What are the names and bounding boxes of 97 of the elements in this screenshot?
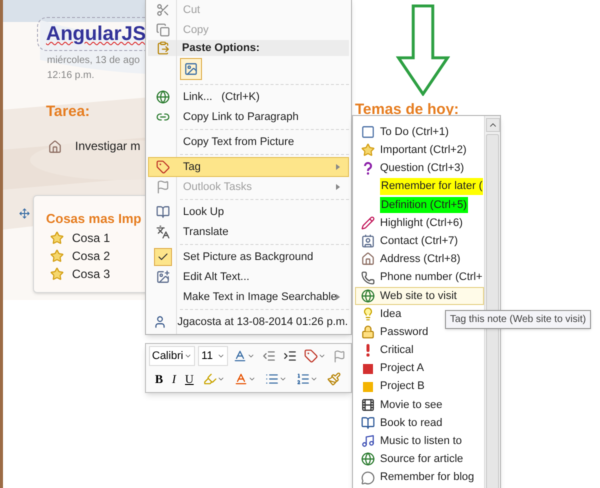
note-heading: Cosas mas Imp <box>46 210 142 228</box>
submenu-item[interactable]: Web site to visit <box>355 286 484 305</box>
scroll-up-button[interactable] <box>486 118 500 132</box>
page-time: 12:16 p.m. <box>47 69 94 83</box>
star-icon <box>361 143 375 158</box>
paste-picture-button[interactable] <box>180 58 202 80</box>
star-icon <box>50 249 64 263</box>
globe-icon <box>361 452 375 466</box>
list-item: Cosa 3 <box>72 266 110 283</box>
submenu-item[interactable]: Critical <box>355 341 484 360</box>
square-icon <box>363 364 373 374</box>
menu-item[interactable]: Make Text in Image Searchable <box>148 287 349 307</box>
globe-icon <box>361 288 375 303</box>
page-title: AngularJS <box>46 22 146 46</box>
paintbrush-icon <box>326 372 341 386</box>
submenu-item[interactable]: Remember for later ( <box>355 178 484 196</box>
task-text: Investigar m <box>75 138 140 155</box>
indent-icon <box>283 349 297 363</box>
clipboard-icon <box>156 41 170 55</box>
submenu-item[interactable]: Question (Ctrl+3) <box>355 159 484 178</box>
flag-icon <box>156 180 170 194</box>
italic-button[interactable]: I <box>170 370 178 388</box>
highlighted-label: Definition (Ctrl+5) <box>380 196 468 214</box>
book-icon <box>156 205 170 219</box>
down-arrow-icon <box>396 4 450 96</box>
menu-item[interactable]: Translate <box>148 222 349 242</box>
square-icon <box>363 382 373 392</box>
font-size-dropdown[interactable]: 11 <box>198 346 228 366</box>
outdent-icon <box>262 349 276 363</box>
font-name-dropdown[interactable]: Calibri <box>149 346 196 366</box>
house-icon <box>361 252 375 266</box>
menu-item[interactable]: Tag <box>148 157 349 177</box>
checkbox-icon <box>361 125 375 140</box>
submenu-item[interactable]: Book to read <box>355 414 484 432</box>
section-heading: Temas de hoy: <box>355 100 459 120</box>
translate-icon <box>156 225 170 239</box>
submenu-item[interactable]: Source for article <box>355 450 484 469</box>
menu-item[interactable]: Edit Alt Text... <box>148 267 349 287</box>
image-icon <box>184 62 198 76</box>
lightbulb-icon <box>361 306 375 321</box>
tag-icon <box>156 160 170 174</box>
house-icon <box>48 140 62 154</box>
film-icon <box>361 398 375 412</box>
music-note-icon <box>361 434 375 448</box>
tooltip: Tag this note (Web site to visit) <box>445 310 591 329</box>
star-icon <box>50 231 64 245</box>
submenu-item[interactable]: Remember for blog <box>355 468 484 487</box>
menu-item[interactable]: Jgacosta at 13-08-2014 01:26 p.m. <box>148 312 349 332</box>
pencil-icon <box>361 216 375 230</box>
numbered-list-icon <box>296 372 310 386</box>
user-icon <box>153 315 168 329</box>
book-icon <box>361 416 375 430</box>
menu-item[interactable]: Copy Link to Paragraph <box>148 107 349 127</box>
submenu-item[interactable]: Address (Ctrl+8) <box>355 250 484 268</box>
submenu-item[interactable]: Important (Ctrl+2) <box>355 141 484 160</box>
list-item: Cosa 1 <box>72 230 110 247</box>
page-date: miércoles, 13 de ago <box>47 54 140 68</box>
list-item: Cosa 2 <box>72 248 110 265</box>
speech-bubble-icon <box>361 470 375 485</box>
menu-item[interactable]: Look Up <box>148 202 349 222</box>
tag-icon <box>304 349 318 363</box>
submenu-item[interactable]: Music to listen to <box>355 432 484 450</box>
menu-item[interactable]: Set Picture as Background <box>148 247 349 267</box>
submenu-arrow-icon <box>336 294 340 300</box>
highlighter-icon <box>202 372 217 386</box>
menu-section-header: Paste Options: <box>181 40 260 56</box>
submenu-item[interactable]: To Do (Ctrl+1) <box>355 123 484 142</box>
submenu-arrow-icon <box>336 164 340 170</box>
highlighted-label: Remember for later ( <box>380 178 484 195</box>
submenu-item[interactable]: Movie to see <box>355 396 484 414</box>
question-mark-icon <box>363 162 373 175</box>
globe-icon <box>156 90 170 104</box>
exclamation-icon <box>365 344 371 357</box>
font-color-icon <box>234 372 248 386</box>
star-icon <box>50 267 64 281</box>
bold-button[interactable]: B <box>153 370 166 388</box>
lock-icon <box>361 325 375 340</box>
flag-icon <box>333 350 346 362</box>
phone-icon <box>361 270 375 285</box>
submenu-arrow-icon <box>336 184 340 190</box>
submenu-item[interactable]: Project A <box>355 359 484 378</box>
section-heading: Tarea: <box>46 102 90 122</box>
menu-item[interactable]: Copy Text from Picture <box>148 132 349 152</box>
text-style-icon <box>233 349 247 363</box>
submenu-item[interactable]: Contact (Ctrl+7) <box>355 232 484 250</box>
scissors-icon <box>156 3 170 17</box>
menu-item[interactable]: Link... (Ctrl+K) <box>148 87 349 107</box>
submenu-item[interactable]: Phone number (Ctrl+ <box>355 268 484 287</box>
submenu-item[interactable]: Highlight (Ctrl+6) <box>355 214 484 232</box>
underline-button[interactable]: U <box>183 370 196 388</box>
submenu-item[interactable]: Project B <box>355 378 484 396</box>
contact-card-icon <box>361 234 375 248</box>
copy-icon <box>156 23 170 37</box>
bullet-list-icon <box>264 372 279 386</box>
move-handle-icon[interactable] <box>19 208 30 219</box>
image-edit-icon <box>156 270 170 284</box>
submenu-item[interactable]: Definition (Ctrl+5) <box>355 196 484 214</box>
